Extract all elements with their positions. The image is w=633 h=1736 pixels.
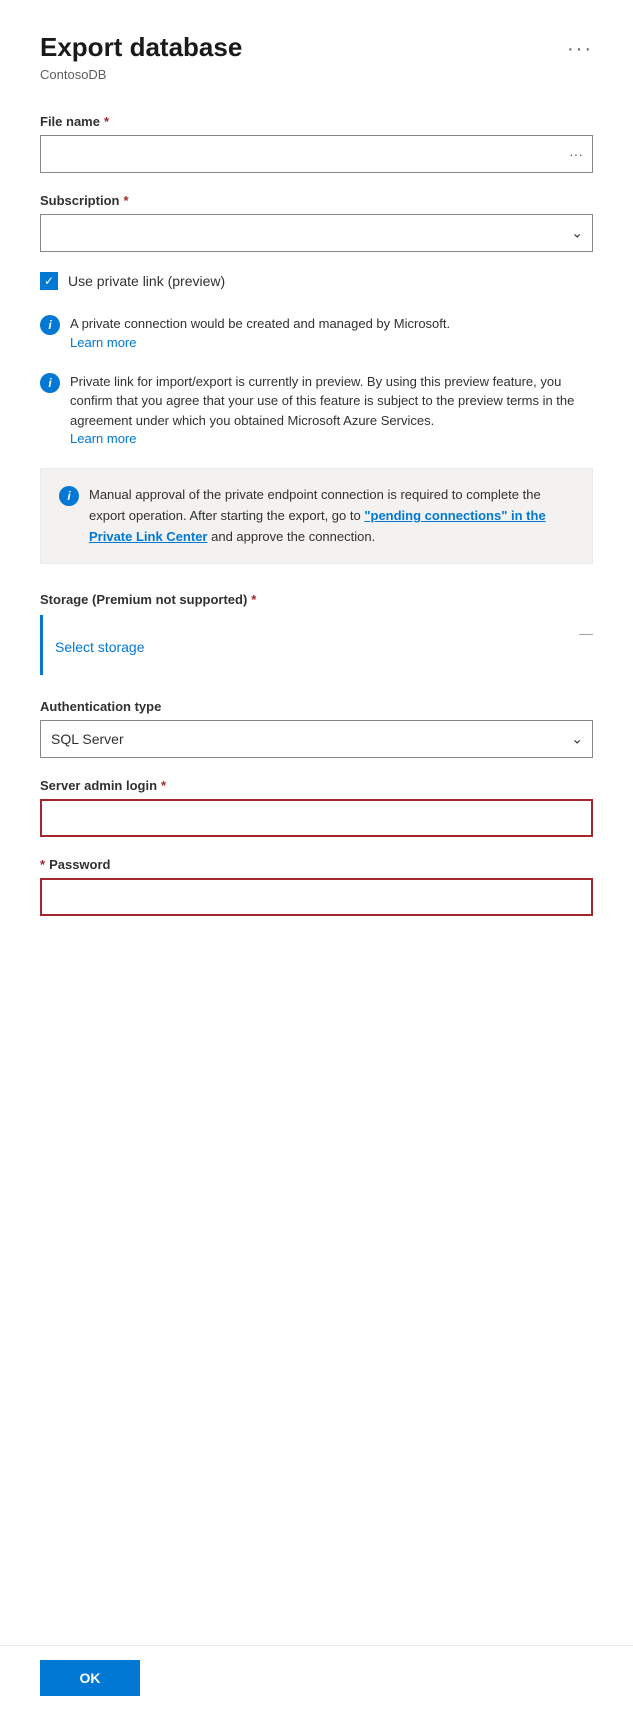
select-storage-link[interactable]: Select storage	[55, 639, 145, 655]
info-text-2: Private link for import/export is curren…	[70, 372, 593, 449]
storage-label: Storage (Premium not supported) *	[40, 592, 593, 607]
private-link-checkbox[interactable]: ✓	[40, 272, 58, 290]
file-name-field: File name * ···	[40, 114, 593, 173]
bottom-divider	[0, 1645, 633, 1646]
storage-field: Storage (Premium not supported) * — Sele…	[40, 592, 593, 675]
storage-required: *	[251, 592, 256, 607]
auth-type-field: Authentication type SQL Server Azure Act…	[40, 699, 593, 758]
file-name-input-wrapper: ···	[40, 135, 593, 173]
subscription-field: Subscription * ⌄	[40, 193, 593, 252]
password-field: *Password	[40, 857, 593, 916]
server-admin-required: *	[161, 778, 166, 793]
checkmark-icon: ✓	[44, 275, 54, 287]
password-input[interactable]	[40, 878, 593, 916]
export-database-panel: Export database ··· ContosoDB File name …	[0, 0, 633, 1736]
password-label: *Password	[40, 857, 593, 872]
server-admin-input[interactable]	[40, 799, 593, 837]
panel-title: Export database	[40, 32, 242, 63]
subscription-required: *	[123, 193, 128, 208]
private-link-row: ✓ Use private link (preview)	[40, 272, 593, 290]
auth-type-select[interactable]: SQL Server Azure Active Directory	[40, 720, 593, 758]
auth-type-label: Authentication type	[40, 699, 593, 714]
info-icon-2: i	[40, 373, 60, 393]
file-name-input[interactable]	[40, 135, 593, 173]
storage-input-container: — Select storage	[40, 615, 593, 675]
info-icon-1: i	[40, 315, 60, 335]
panel-subtitle: ContosoDB	[40, 67, 593, 82]
info-learn-more-link-2[interactable]: Learn more	[70, 431, 136, 446]
file-name-required: *	[104, 114, 109, 129]
panel-header: Export database ···	[40, 32, 593, 63]
info-learn-more-link-1[interactable]: Learn more	[70, 335, 136, 350]
subscription-dropdown-wrapper: ⌄	[40, 214, 593, 252]
info-box-text: Manual approval of the private endpoint …	[89, 485, 574, 547]
password-required-star: *	[40, 857, 45, 872]
info-box-icon: i	[59, 486, 79, 506]
storage-dash: —	[579, 625, 593, 641]
info-block-1: i A private connection would be created …	[40, 314, 593, 352]
more-options-icon[interactable]: ···	[567, 38, 593, 61]
auth-type-dropdown-wrapper: SQL Server Azure Active Directory ⌄	[40, 720, 593, 758]
info-text-1: A private connection would be created an…	[70, 314, 450, 352]
server-admin-field: Server admin login *	[40, 778, 593, 837]
file-name-label: File name *	[40, 114, 593, 129]
server-admin-label: Server admin login *	[40, 778, 593, 793]
subscription-select[interactable]	[40, 214, 593, 252]
info-block-2: i Private link for import/export is curr…	[40, 372, 593, 449]
subscription-label: Subscription *	[40, 193, 593, 208]
ok-button[interactable]: OK	[40, 1660, 140, 1696]
file-name-input-icon: ···	[569, 146, 583, 162]
info-box: i Manual approval of the private endpoin…	[40, 468, 593, 564]
private-link-label: Use private link (preview)	[68, 273, 225, 289]
